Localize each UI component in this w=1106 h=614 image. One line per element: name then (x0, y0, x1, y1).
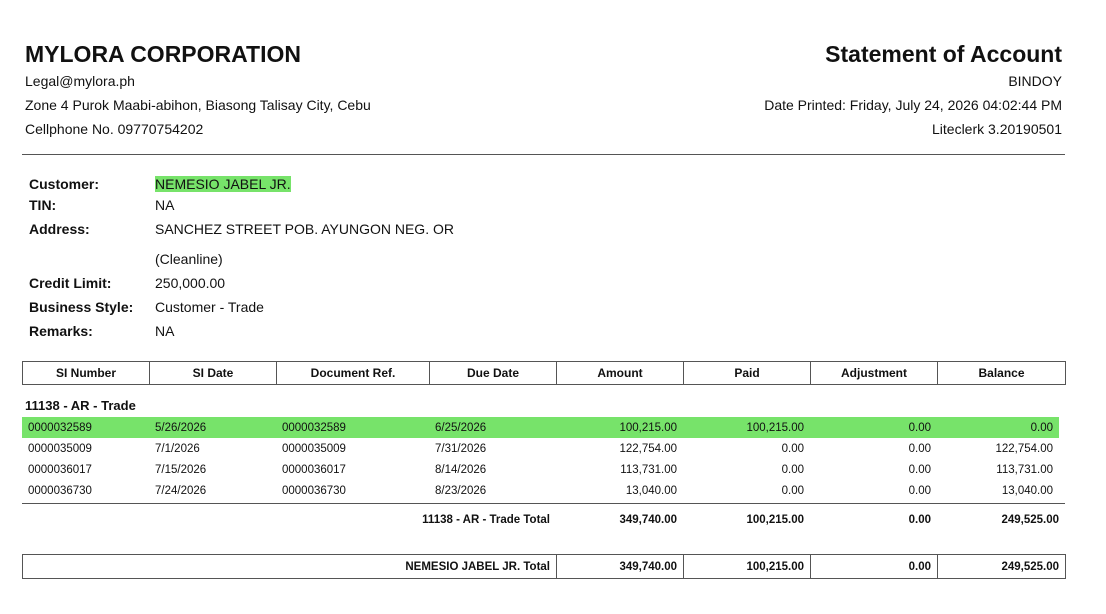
grand-total-label: NEMESIO JABEL JR. Total (22, 554, 557, 579)
col-header-balance: Balance (937, 361, 1066, 385)
group-total-adjustment: 0.00 (908, 514, 931, 526)
group-total-divider (22, 503, 1065, 504)
balance: 0.00 (937, 417, 1059, 438)
paid: 0.00 (781, 442, 804, 455)
invoice-table: 0000032589 5/26/2026 0000032589 6/25/202… (22, 417, 1059, 501)
group-total-row: 11138 - AR - Trade Total 349,740.00 100,… (22, 508, 1065, 532)
si-date: 7/1/2026 (155, 442, 200, 455)
address-line2: (Cleanline) (155, 251, 223, 267)
company-email: Legal@mylora.ph (25, 73, 135, 89)
si-date: 7/24/2026 (155, 484, 207, 497)
document-ref: 0000035009 (282, 442, 346, 455)
amount: 122,754.00 (619, 442, 677, 455)
si-number: 0000032589 (22, 417, 149, 438)
due-date: 6/25/2026 (429, 417, 556, 438)
address-line1: SANCHEZ STREET POB. AYUNGON NEG. OR (155, 221, 454, 237)
remarks-value: NA (155, 323, 175, 339)
date-printed: Date Printed: Friday, July 24, 2026 04:0… (764, 97, 1062, 113)
software-version: Liteclerk 3.20190501 (932, 121, 1062, 137)
adjustment: 0.00 (908, 484, 931, 497)
table-row[interactable]: 0000036017 7/15/2026 0000036017 8/14/202… (22, 459, 1059, 480)
company-name: MYLORA CORPORATION (25, 41, 301, 67)
tin-value: NA (155, 197, 175, 213)
due-date: 8/23/2026 (435, 484, 487, 497)
document-ref: 0000036730 (282, 484, 346, 497)
customer-name: NEMESIO JABEL JR. (155, 176, 291, 192)
col-header-amount: Amount (556, 361, 684, 385)
table-row[interactable]: 0000036730 7/24/2026 0000036730 8/23/202… (22, 480, 1059, 501)
customer-name-text: NEMESIO JABEL JR. (155, 176, 291, 192)
customer-label: Customer: (29, 176, 100, 192)
si-date: 5/26/2026 (149, 417, 276, 438)
document-ref: 0000032589 (276, 417, 429, 438)
col-header-paid: Paid (683, 361, 811, 385)
grand-total-balance: 249,525.00 (937, 554, 1066, 579)
adjustment: 0.00 (810, 417, 937, 438)
group-total-label: 11138 - AR - Trade Total (422, 514, 550, 526)
si-date: 7/15/2026 (155, 463, 207, 476)
due-date: 7/31/2026 (435, 442, 487, 455)
remarks-label: Remarks: (29, 323, 93, 339)
col-header-due-date: Due Date (429, 361, 557, 385)
company-address: Zone 4 Purok Maabi-abihon, Biasong Talis… (25, 97, 371, 113)
si-number: 0000036017 (28, 463, 92, 476)
grand-total-paid: 100,215.00 (683, 554, 811, 579)
credit-limit-value: 250,000.00 (155, 275, 226, 291)
adjustment: 0.00 (908, 442, 931, 455)
branch-name: BINDOY (1008, 73, 1062, 89)
col-header-si-number: SI Number (22, 361, 150, 385)
business-style-value: Customer - Trade (155, 299, 264, 315)
col-header-document-ref: Document Ref. (276, 361, 430, 385)
credit-limit-label: Credit Limit: (29, 275, 112, 291)
table-row[interactable]: 0000032589 5/26/2026 0000032589 6/25/202… (22, 417, 1059, 438)
adjustment: 0.00 (908, 463, 931, 476)
amount: 100,215.00 (556, 417, 683, 438)
paid: 0.00 (781, 484, 804, 497)
address-label: Address: (29, 221, 90, 237)
header-divider (22, 154, 1065, 155)
balance: 122,754.00 (995, 442, 1053, 455)
amount: 113,731.00 (620, 463, 677, 476)
table-header: SI Number SI Date Document Ref. Due Date… (22, 361, 1066, 385)
table-row[interactable]: 0000035009 7/1/2026 0000035009 7/31/2026… (22, 438, 1059, 459)
document-ref: 0000036017 (282, 463, 346, 476)
group-total-balance: 249,525.00 (1001, 514, 1059, 526)
col-header-si-date: SI Date (149, 361, 277, 385)
col-header-adjustment: Adjustment (810, 361, 938, 385)
tin-label: TIN: (29, 197, 57, 213)
grand-total-adjustment: 0.00 (810, 554, 938, 579)
business-style-label: Business Style: (29, 299, 134, 315)
document-title: Statement of Account (825, 41, 1062, 67)
account-group-label: 11138 - AR - Trade (25, 398, 136, 413)
paid: 100,215.00 (683, 417, 810, 438)
paid: 0.00 (781, 463, 804, 476)
balance: 113,731.00 (996, 463, 1053, 476)
si-number: 0000036730 (28, 484, 92, 497)
group-total-amount: 349,740.00 (619, 514, 677, 526)
due-date: 8/14/2026 (435, 463, 487, 476)
grand-total-row: NEMESIO JABEL JR. Total 349,740.00 100,2… (22, 554, 1066, 579)
grand-total-amount: 349,740.00 (556, 554, 684, 579)
group-total-paid: 100,215.00 (746, 514, 804, 526)
amount: 13,040.00 (625, 484, 677, 497)
balance: 13,040.00 (1001, 484, 1053, 497)
company-phone: Cellphone No. 09770754202 (25, 121, 204, 137)
si-number: 0000035009 (28, 442, 92, 455)
